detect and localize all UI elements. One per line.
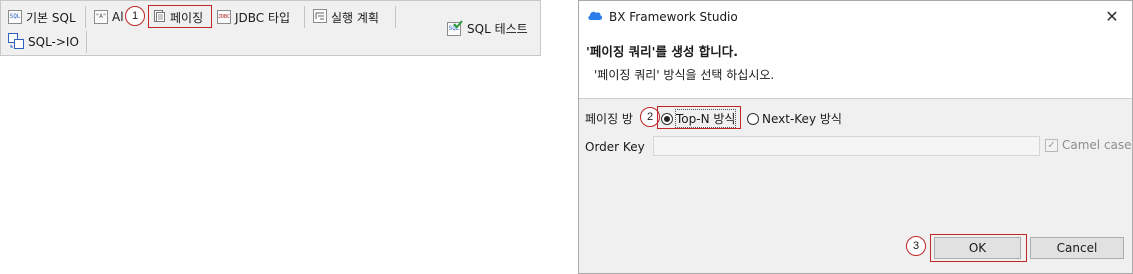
- callout-3: 3: [906, 236, 926, 256]
- order-key-input[interactable]: [653, 136, 1040, 156]
- top-n-label: Top-N 방식: [674, 109, 737, 128]
- jdbc-type-button[interactable]: JDBC JDBC 타입: [217, 7, 290, 27]
- sql-to-io-label: SQL->IO: [28, 35, 79, 49]
- paging-document-icon: [152, 9, 166, 26]
- basic-sql-label: 기본 SQL: [26, 10, 76, 25]
- ok-button[interactable]: OK: [934, 237, 1021, 259]
- radio-selected-icon: [661, 112, 673, 125]
- sql-test-icon: SQL: [447, 20, 463, 36]
- paging-button[interactable]: 페이징: [152, 7, 203, 27]
- close-button[interactable]: ✕: [1100, 6, 1124, 28]
- quote-icon: "A": [94, 10, 108, 24]
- checkmark-icon: ✓: [1045, 138, 1058, 152]
- cloud-logo-icon: [587, 9, 603, 21]
- callout-1: 1: [125, 6, 145, 26]
- sql-icon: SQL: [8, 10, 22, 24]
- header-title: '페이징 쿼리'를 생성 합니다.: [586, 44, 738, 59]
- paging-query-dialog: BX Framework Studio ✕ '페이징 쿼리'를 생성 합니다. …: [578, 0, 1133, 274]
- sql-test-button[interactable]: SQL SQL 테스트: [447, 18, 528, 38]
- sql-toolbar: SQL 기본 SQL "A" Al 1 페이징 JDBC JDBC 타입 실행 …: [0, 0, 541, 56]
- header-description: '페이징 쿼리' 방식을 선택 하십시오.: [594, 68, 775, 82]
- camel-case-checkbox[interactable]: ✓ Camel case: [1045, 138, 1132, 152]
- paging-method-label: 페이징 방: [585, 112, 633, 126]
- dialog-titlebar: BX Framework Studio ✕: [579, 1, 1132, 32]
- all-label: Al: [112, 10, 124, 24]
- basic-sql-button[interactable]: SQL 기본 SQL: [8, 7, 76, 27]
- execution-plan-label: 실행 계획: [331, 10, 379, 25]
- camel-case-label: Camel case: [1062, 138, 1132, 152]
- execution-plan-button[interactable]: 실행 계획: [313, 7, 379, 27]
- sql-to-io-icon: [8, 32, 24, 52]
- execution-plan-icon: [313, 8, 327, 26]
- toolbar-separator: [304, 6, 305, 28]
- sql-test-label: SQL 테스트: [467, 21, 528, 36]
- dialog-title: BX Framework Studio: [609, 10, 738, 24]
- dialog-header: '페이징 쿼리'를 생성 합니다. '페이징 쿼리' 방식을 선택 하십시오.: [579, 32, 1132, 99]
- all-button[interactable]: "A" Al: [94, 7, 124, 27]
- next-key-radio[interactable]: Next-Key 방식: [747, 110, 842, 127]
- cancel-button[interactable]: Cancel: [1030, 237, 1124, 259]
- radio-unselected-icon: [747, 112, 759, 125]
- toolbar-separator: [86, 31, 87, 53]
- jdbc-icon: JDBC: [217, 10, 231, 24]
- toolbar-separator: [395, 6, 396, 28]
- toolbar-separator: [85, 6, 86, 28]
- order-key-label: Order Key: [585, 140, 645, 154]
- jdbc-type-label: JDBC 타입: [235, 10, 291, 25]
- paging-label: 페이징: [170, 10, 204, 25]
- next-key-label: Next-Key 방식: [762, 112, 842, 126]
- top-n-radio[interactable]: Top-N 방식: [661, 109, 737, 128]
- sql-to-io-button[interactable]: SQL->IO: [8, 32, 79, 52]
